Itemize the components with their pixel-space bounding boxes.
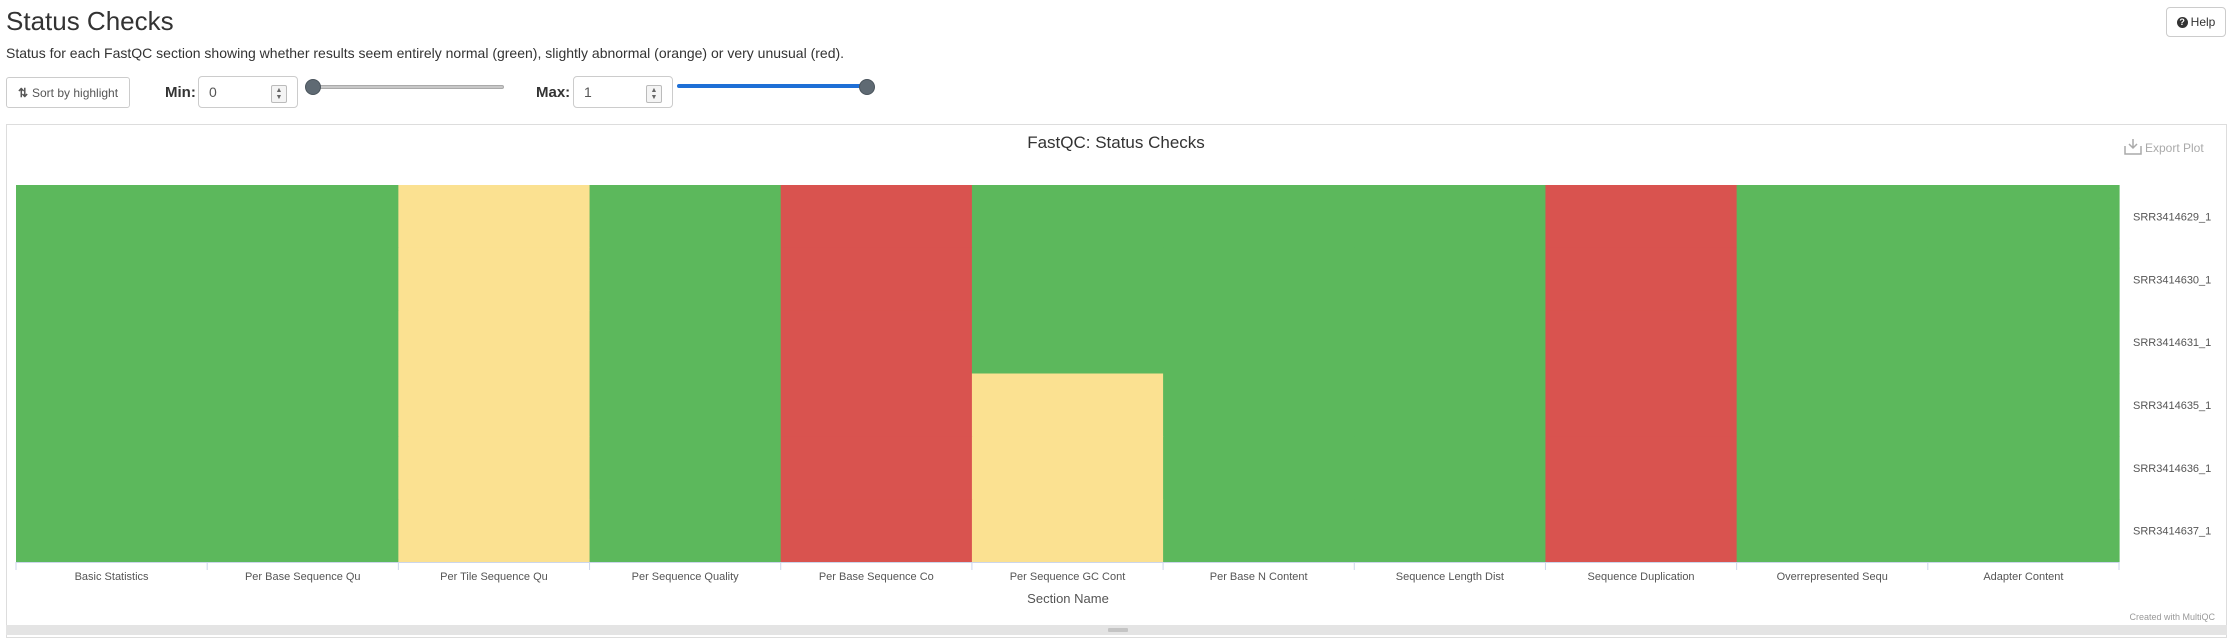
x-axis-title: Section Name — [1027, 591, 1109, 606]
heatmap-cell[interactable] — [1736, 310, 1929, 375]
heatmap-cell[interactable] — [398, 499, 591, 563]
heatmap-cell[interactable] — [971, 247, 1164, 312]
heatmap-cell[interactable] — [16, 310, 208, 375]
heatmap-cell[interactable] — [1163, 499, 1355, 563]
heatmap-cell[interactable] — [971, 436, 1164, 500]
heatmap-cell[interactable] — [1354, 436, 1547, 500]
x-tick-label: Basic Statistics — [75, 571, 149, 583]
heatmap-cell[interactable] — [1736, 373, 1929, 437]
x-tick-label: Per Tile Sequence Qu — [440, 571, 548, 583]
heatmap-cell[interactable] — [1545, 310, 1738, 375]
heatmap-cell[interactable] — [398, 247, 591, 312]
heatmap-cell[interactable] — [207, 499, 399, 563]
x-tick-label: Adapter Content — [1983, 571, 2063, 583]
heatmap-cell[interactable] — [1354, 247, 1547, 312]
heatmap-cell[interactable] — [1927, 247, 2120, 312]
heatmap-cell[interactable] — [589, 310, 782, 375]
heatmap-cell[interactable] — [16, 373, 208, 437]
heatmap-cell[interactable] — [971, 310, 1164, 375]
heatmap-cell[interactable] — [971, 499, 1164, 563]
heatmap-cell[interactable] — [16, 247, 208, 312]
heatmap-cell[interactable] — [398, 185, 591, 249]
heatmap-cell[interactable] — [780, 373, 973, 437]
x-tick-label: Per Sequence Quality — [632, 571, 740, 583]
heatmap-cell[interactable] — [1736, 499, 1929, 563]
x-tick-label: Per Base Sequence Co — [819, 571, 934, 583]
heatmap-cell[interactable] — [589, 499, 782, 563]
multiqc-credit: Created with MultiQC — [2129, 612, 2215, 622]
y-tick-label: SRR3414635_1 — [2133, 400, 2211, 412]
y-tick-label: SRR3414629_1 — [2133, 211, 2211, 223]
heatmap-cell[interactable] — [16, 185, 208, 249]
x-tick-label: Overrepresented Sequ — [1777, 571, 1888, 583]
heatmap-cell[interactable] — [589, 185, 782, 249]
heatmap-cell[interactable] — [780, 436, 973, 500]
heatmap-cell[interactable] — [207, 373, 399, 437]
status-heatmap: FastQC: Status Checks Export Plot SRR341… — [15, 133, 2215, 622]
heatmap-cell[interactable] — [16, 436, 208, 500]
heatmap-cell[interactable] — [1354, 310, 1547, 375]
y-tick-label: SRR3414636_1 — [2133, 463, 2211, 475]
x-tick-label: Sequence Duplication — [1588, 571, 1695, 583]
export-plot-label: Export Plot — [2145, 141, 2204, 155]
heatmap-cell[interactable] — [398, 373, 591, 437]
heatmap-cell[interactable] — [780, 185, 973, 249]
heatmap-cell[interactable] — [398, 310, 591, 375]
heatmap-cell[interactable] — [1545, 499, 1738, 563]
y-tick-label: SRR3414630_1 — [2133, 274, 2211, 286]
chart-title: FastQC: Status Checks — [1027, 133, 1205, 152]
heatmap-cell[interactable] — [1545, 247, 1738, 312]
heatmap-cell[interactable] — [1354, 185, 1547, 249]
heatmap-cell[interactable] — [1927, 436, 2120, 500]
heatmap-cell[interactable] — [1163, 373, 1355, 437]
heatmap-cell[interactable] — [1354, 373, 1547, 437]
heatmap-cell[interactable] — [16, 499, 208, 563]
y-tick-label: SRR3414637_1 — [2133, 526, 2211, 538]
heatmap-cell[interactable] — [1354, 499, 1547, 563]
heatmap-cell[interactable] — [1545, 373, 1738, 437]
heatmap-cell[interactable] — [971, 373, 1164, 437]
heatmap-cell[interactable] — [398, 436, 591, 500]
resize-handle-icon[interactable] — [1108, 628, 1128, 632]
heatmap-cell[interactable] — [971, 185, 1164, 249]
heatmap-cell[interactable] — [1163, 310, 1355, 375]
heatmap-cell[interactable] — [1736, 247, 1929, 312]
heatmap-cell[interactable] — [207, 247, 399, 312]
heatmap-cell[interactable] — [207, 436, 399, 500]
heatmap-cell[interactable] — [1163, 247, 1355, 312]
heatmap-cell[interactable] — [1163, 436, 1355, 500]
x-tick-label: Per Base N Content — [1210, 571, 1308, 583]
heatmap-cell[interactable] — [589, 373, 782, 437]
heatmap-cell[interactable] — [1545, 436, 1738, 500]
heatmap-cell[interactable] — [1927, 185, 2120, 249]
heatmap-cell[interactable] — [207, 310, 399, 375]
heatmap-cell[interactable] — [1545, 185, 1738, 249]
heatmap-cell[interactable] — [1927, 499, 2120, 563]
export-plot-button[interactable]: Export Plot — [2124, 139, 2204, 155]
y-tick-label: SRR3414631_1 — [2133, 337, 2211, 349]
heatmap-cell[interactable] — [1736, 185, 1929, 249]
download-icon — [2124, 139, 2142, 155]
heatmap-cell[interactable] — [1163, 185, 1355, 249]
heatmap-cell[interactable] — [1736, 436, 1929, 500]
heatmap-cell[interactable] — [207, 185, 399, 249]
x-tick-label: Per Base Sequence Qu — [245, 571, 361, 583]
heatmap-cell[interactable] — [780, 310, 973, 375]
heatmap-cell[interactable] — [589, 247, 782, 312]
heatmap-cell[interactable] — [780, 247, 973, 312]
heatmap-cell[interactable] — [1927, 373, 2120, 437]
heatmap-cell[interactable] — [780, 499, 973, 563]
x-tick-label: Sequence Length Dist — [1396, 571, 1504, 583]
heatmap-cell[interactable] — [1927, 310, 2120, 375]
heatmap-cell[interactable] — [589, 436, 782, 500]
x-tick-label: Per Sequence GC Cont — [1010, 571, 1126, 583]
